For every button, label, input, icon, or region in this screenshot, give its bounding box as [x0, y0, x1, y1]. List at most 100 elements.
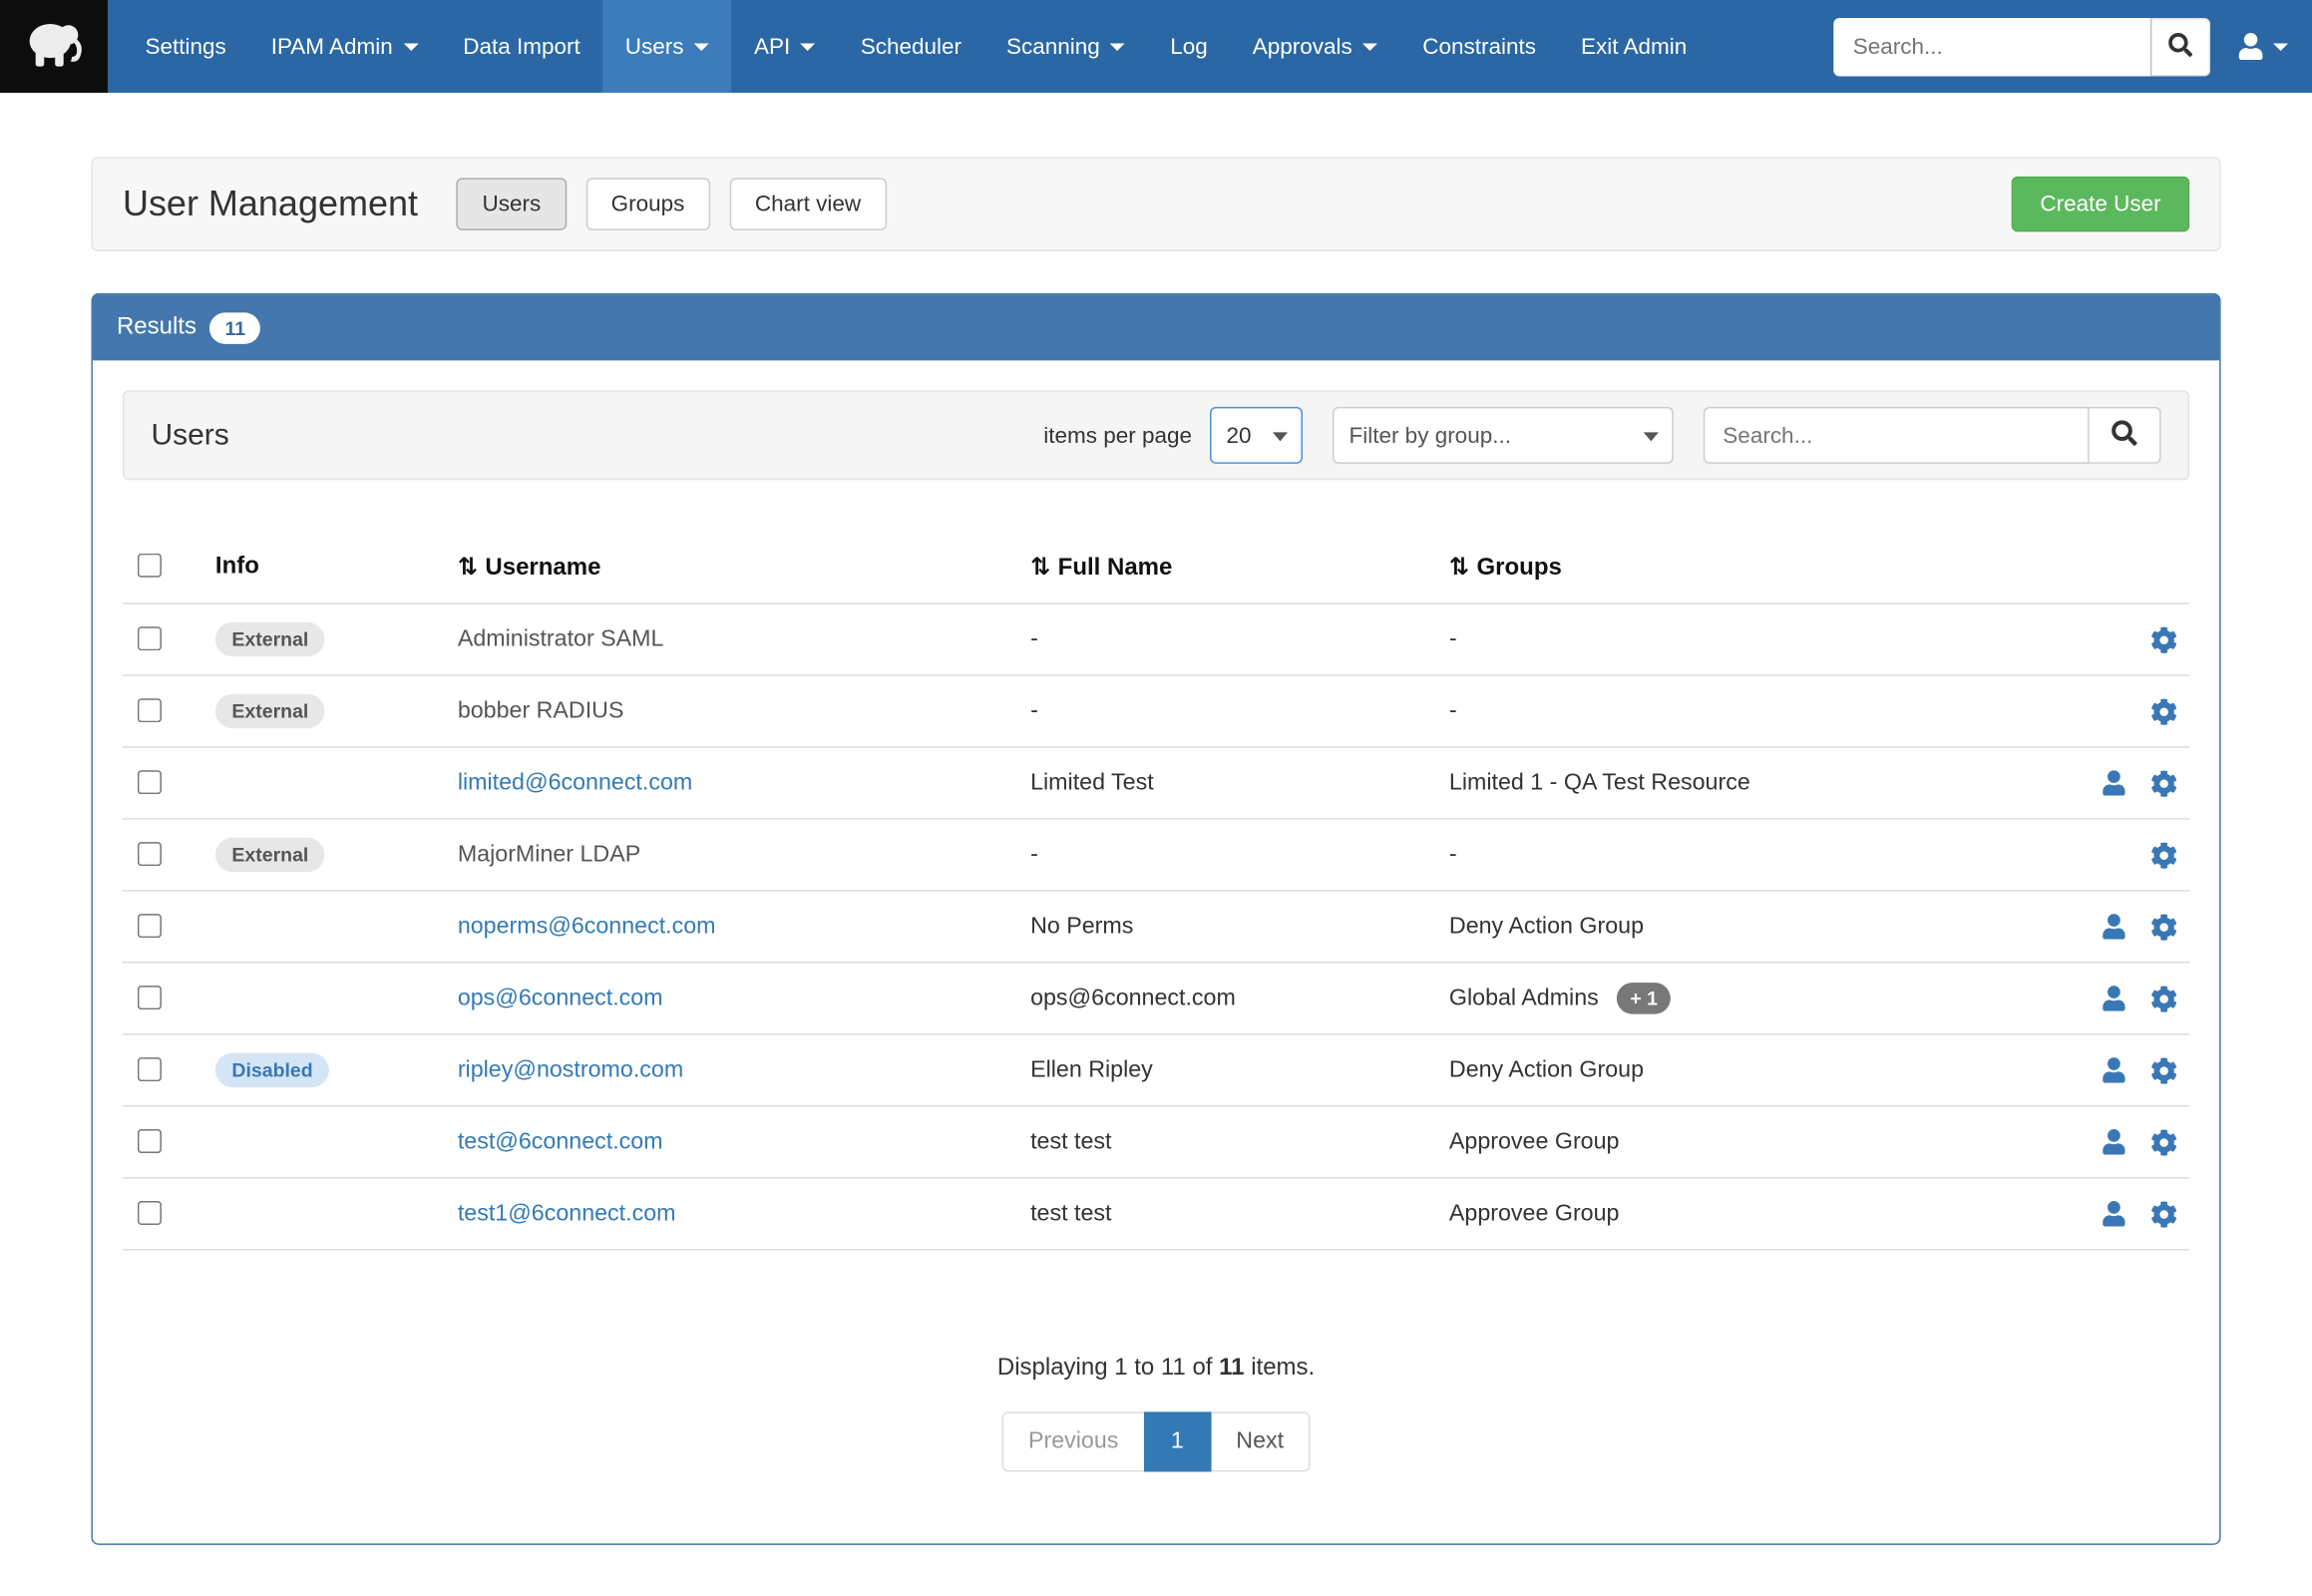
row-checkbox[interactable] — [138, 769, 162, 793]
navbar-search-input[interactable] — [1833, 17, 2150, 75]
impersonate-user-icon[interactable] — [2102, 1129, 2126, 1154]
settings-gear-icon[interactable] — [2150, 1128, 2177, 1155]
username-link[interactable]: ripley@nostromo.com — [458, 1056, 683, 1081]
app-logo[interactable] — [0, 0, 108, 93]
items-per-page-label: items per page — [1043, 423, 1192, 448]
username-link[interactable]: test1@6connect.com — [458, 1200, 676, 1225]
row-checkbox[interactable] — [138, 697, 162, 721]
table-search-input[interactable] — [1704, 407, 2090, 464]
toolbar-controls: items per page 20 Filter by group... — [1043, 407, 2160, 464]
settings-gear-icon[interactable] — [2150, 841, 2177, 868]
page-header-panel: User Management Users Groups Chart view … — [91, 157, 2220, 250]
column-header-groups[interactable]: ⇅Groups — [1449, 552, 2070, 582]
impersonate-user-icon[interactable] — [2102, 986, 2126, 1010]
extra-groups-badge: + 1 — [1617, 983, 1672, 1013]
impersonate-user-icon[interactable] — [2102, 1201, 2126, 1226]
table-search-button[interactable] — [2090, 407, 2161, 464]
settings-gear-icon[interactable] — [2150, 697, 2177, 724]
username-link[interactable]: noperms@6connect.com — [458, 913, 716, 938]
impersonate-user-icon[interactable] — [2102, 914, 2126, 939]
nav-item-api[interactable]: API — [731, 0, 838, 93]
nav-item-data-import[interactable]: Data Import — [441, 0, 602, 93]
nav-item-label: Scheduler — [861, 34, 962, 59]
navbar-search-button[interactable] — [2150, 17, 2210, 75]
nav-item-exit-admin[interactable]: Exit Admin — [1558, 0, 1709, 93]
user-icon — [2237, 33, 2264, 60]
username-link[interactable]: ops@6connect.com — [458, 985, 663, 1009]
nav-item-log[interactable]: Log — [1148, 0, 1231, 93]
caret-down-icon — [403, 43, 418, 50]
groups-text: Deny Action Group — [1449, 913, 1644, 938]
nav-item-ipam-admin[interactable]: IPAM Admin — [248, 0, 441, 93]
filter-by-group-select[interactable]: Filter by group... — [1333, 407, 1674, 464]
settings-gear-icon[interactable] — [2150, 913, 2177, 940]
pagination-page-1[interactable]: 1 — [1144, 1411, 1211, 1471]
full-name-cell: Limited Test — [1030, 769, 1449, 796]
nav-items: Settings IPAM Admin Data Import Users AP… — [123, 0, 1710, 93]
create-user-button[interactable]: Create User — [2012, 177, 2189, 231]
status-badge: External — [215, 622, 325, 656]
username-link[interactable]: limited@6connect.com — [458, 769, 692, 794]
nav-item-scanning[interactable]: Scanning — [983, 0, 1147, 93]
table-toolbar: Users items per page 20 Filter by group.… — [123, 390, 2189, 480]
row-checkbox[interactable] — [138, 1200, 162, 1224]
row-checkbox[interactable] — [138, 625, 162, 649]
username-link: bobber RADIUS — [458, 697, 624, 722]
tab-users[interactable]: Users — [457, 178, 567, 229]
settings-gear-icon[interactable] — [2150, 985, 2177, 1011]
groups-cell: Approvee Group — [1449, 1128, 2070, 1155]
nav-item-label: Log — [1170, 34, 1208, 59]
groups-cell: Approvee Group — [1449, 1200, 2070, 1227]
groups-text: - — [1449, 697, 1457, 722]
nav-item-users[interactable]: Users — [602, 0, 731, 93]
tab-groups[interactable]: Groups — [585, 178, 710, 229]
table-row: ops@6connect.com ops@6connect.com Global… — [123, 964, 2189, 1035]
username-link: Administrator SAML — [458, 625, 664, 650]
username-link[interactable]: test@6connect.com — [458, 1128, 663, 1153]
items-per-page-select[interactable]: 20 — [1210, 407, 1303, 464]
settings-gear-icon[interactable] — [2150, 625, 2177, 652]
table-row: test@6connect.com test test Approvee Gro… — [123, 1107, 2189, 1179]
full-name-cell: - — [1030, 841, 1449, 868]
groups-text: Approvee Group — [1449, 1200, 1620, 1225]
status-badge: Disabled — [215, 1053, 329, 1087]
row-checkbox[interactable] — [138, 841, 162, 865]
nav-item-approvals[interactable]: Approvals — [1230, 0, 1399, 93]
table-row: test1@6connect.com test test Approvee Gr… — [123, 1179, 2189, 1251]
row-checkbox[interactable] — [138, 985, 162, 1008]
groups-cell: Global Admins+ 1 — [1449, 983, 2070, 1013]
impersonate-user-icon[interactable] — [2102, 1057, 2126, 1082]
account-menu[interactable] — [2237, 33, 2288, 60]
settings-gear-icon[interactable] — [2150, 1200, 2177, 1227]
column-header-full-name[interactable]: ⇅Full Name — [1030, 552, 1449, 582]
row-checkbox[interactable] — [138, 913, 162, 937]
mammoth-logo-icon — [15, 4, 93, 89]
nav-item-label: Users — [625, 34, 684, 59]
table-row: Disabled ripley@nostromo.com Ellen Riple… — [123, 1035, 2189, 1107]
tab-chart-view[interactable]: Chart view — [729, 178, 886, 229]
nav-item-constraints[interactable]: Constraints — [1400, 0, 1559, 93]
select-all-checkbox[interactable] — [138, 554, 162, 578]
nav-item-label: Constraints — [1422, 34, 1536, 59]
table-row: limited@6connect.com Limited Test Limite… — [123, 748, 2189, 820]
settings-gear-icon[interactable] — [2150, 1056, 2177, 1083]
groups-cell: - — [1449, 841, 2070, 868]
groups-cell: Deny Action Group — [1449, 913, 2070, 940]
row-checkbox[interactable] — [138, 1056, 162, 1080]
full-name-cell: Ellen Ripley — [1030, 1056, 1449, 1083]
caret-down-icon — [801, 43, 816, 50]
nav-item-settings[interactable]: Settings — [123, 0, 248, 93]
column-header-info: Info — [215, 554, 458, 581]
column-header-username[interactable]: ⇅Username — [458, 552, 1030, 582]
navbar-right — [1833, 0, 2312, 93]
nav-item-scheduler[interactable]: Scheduler — [838, 0, 983, 93]
impersonate-user-icon[interactable] — [2102, 770, 2126, 795]
row-checkbox[interactable] — [138, 1128, 162, 1152]
sort-icon: ⇅ — [1030, 552, 1050, 580]
toolbar-title: Users — [151, 418, 228, 452]
full-name-cell: ops@6connect.com — [1030, 985, 1449, 1011]
pagination-previous[interactable]: Previous — [1001, 1411, 1145, 1471]
table-row: External Administrator SAML - - — [123, 604, 2189, 676]
settings-gear-icon[interactable] — [2150, 769, 2177, 796]
pagination-next[interactable]: Next — [1209, 1411, 1311, 1471]
